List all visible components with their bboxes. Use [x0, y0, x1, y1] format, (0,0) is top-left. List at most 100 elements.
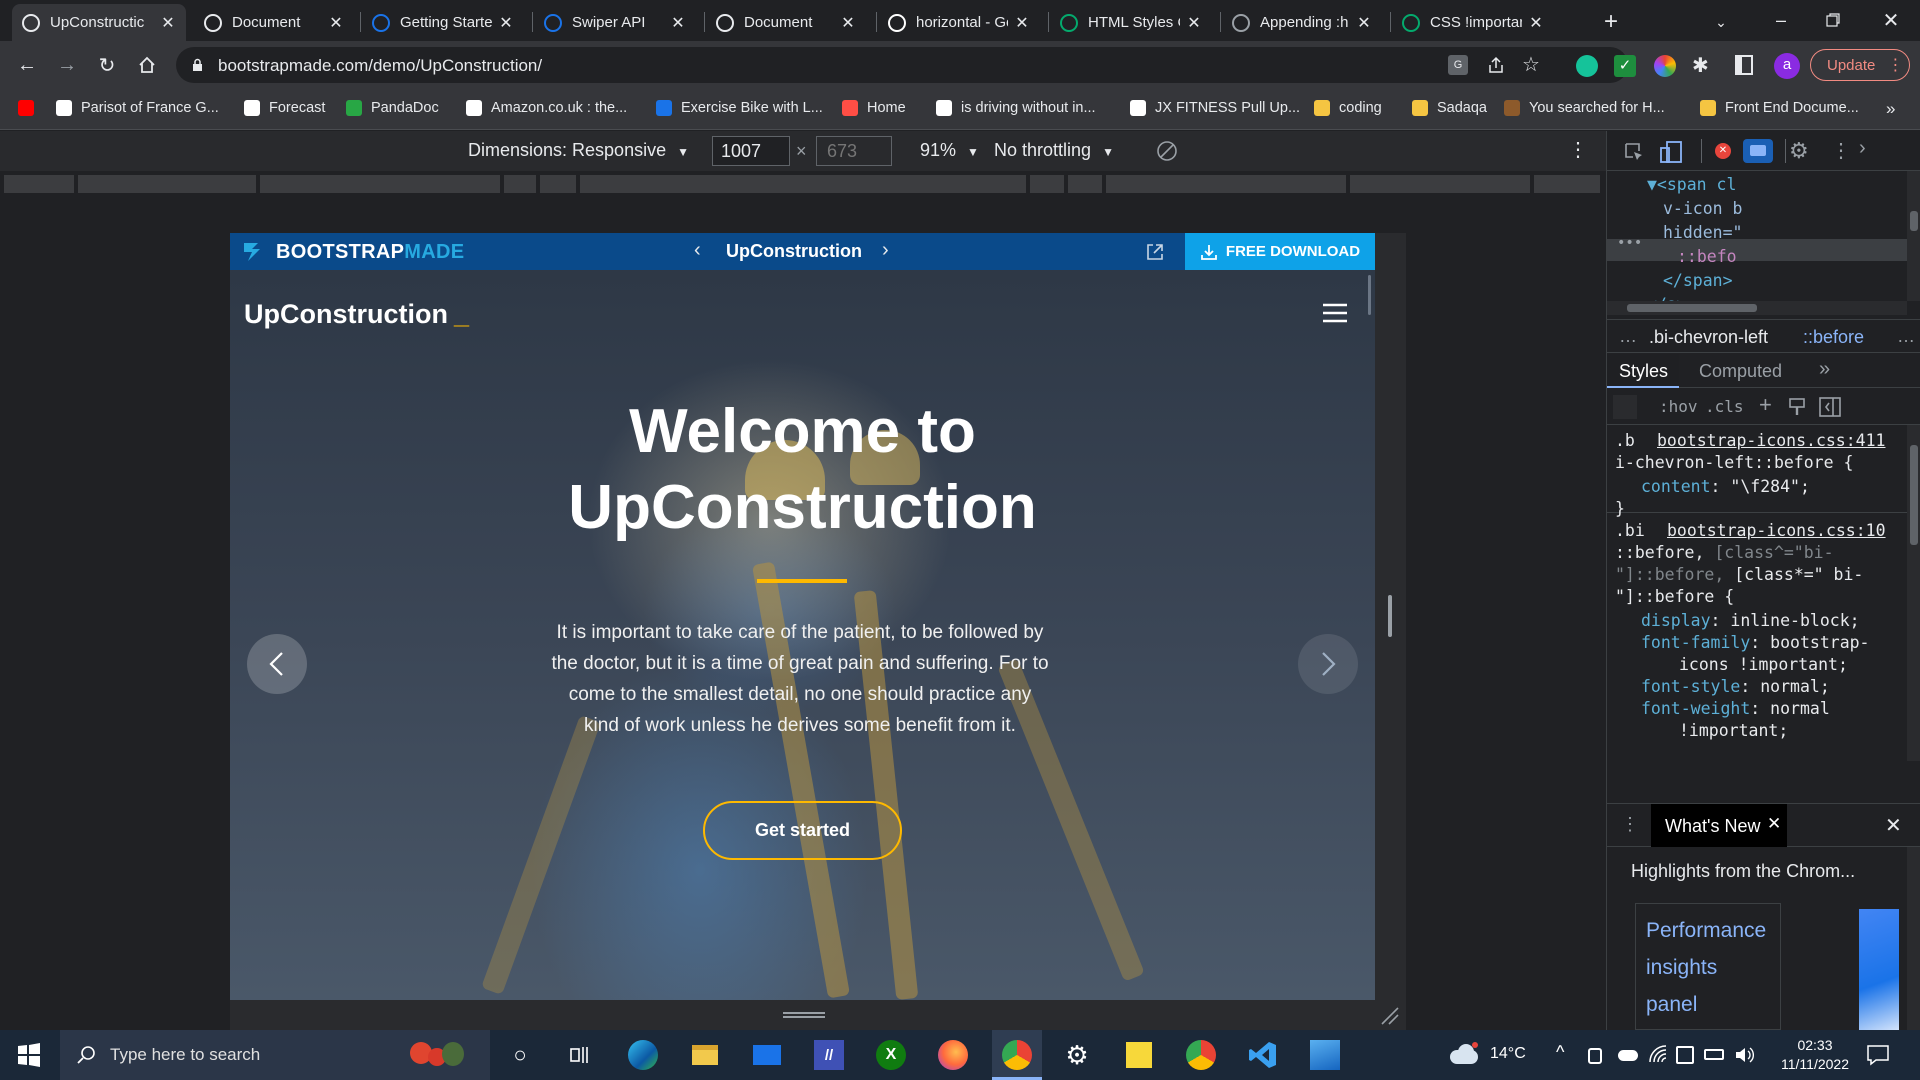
firefox-icon[interactable]	[938, 1040, 968, 1070]
close-devtools-icon[interactable]: ›	[1859, 137, 1866, 160]
more-tabs-icon[interactable]: »	[1819, 358, 1830, 381]
close-tab-icon[interactable]: ✕	[670, 13, 686, 33]
show-hidden-icons[interactable]: ^	[1556, 1042, 1564, 1063]
carousel-prev-button[interactable]	[247, 634, 307, 694]
settings-icon[interactable]: ⚙	[1062, 1040, 1092, 1070]
bookmark-star-icon[interactable]: ☆	[1522, 52, 1540, 77]
css-declaration[interactable]: font-family: bootstrap-	[1641, 633, 1870, 652]
tab[interactable]: horizontal - Go ✕	[878, 4, 1040, 41]
battery-icon[interactable]	[1704, 1049, 1724, 1060]
rule1-source-link[interactable]: bootstrap-icons.css:411	[1657, 431, 1885, 450]
close-tab-icon[interactable]: ✕	[840, 13, 856, 33]
colorpicker-extension-icon[interactable]	[1654, 55, 1676, 77]
update-button[interactable]: Update ⋮	[1810, 49, 1910, 81]
drawer-scrollbar[interactable]	[1907, 847, 1920, 1030]
tab[interactable]: Document ✕	[706, 4, 866, 41]
bookmark-item[interactable]: Sadaqa	[1412, 100, 1487, 116]
onedrive-icon[interactable]	[1618, 1050, 1638, 1061]
clock[interactable]: 02:33 11/11/2022	[1770, 1036, 1860, 1074]
cls-button[interactable]: .cls	[1705, 397, 1744, 416]
close-tab-icon[interactable]: ✕	[160, 13, 176, 33]
bookmark-item[interactable]: Exercise Bike with L...	[656, 100, 823, 116]
settings-gear-icon[interactable]: ⚙	[1789, 138, 1809, 164]
dom-node-line[interactable]: hidden="	[1663, 223, 1742, 242]
extensions-puzzle-icon[interactable]: ✱	[1692, 53, 1709, 78]
external-link-icon[interactable]	[1145, 242, 1165, 262]
bookmark-item[interactable]: Front End Docume...	[1700, 100, 1859, 116]
device-toolbar-more-icon[interactable]: ⋮	[1568, 137, 1588, 162]
css-declaration[interactable]: font-style: normal;	[1641, 677, 1830, 696]
styles-scrollbar[interactable]	[1907, 425, 1920, 761]
close-tab-icon[interactable]: ✕	[1356, 13, 1372, 33]
breadcrumb-class[interactable]: .bi-chevron-left	[1649, 327, 1768, 348]
close-tab-icon[interactable]: ✕	[498, 13, 514, 33]
photos-icon[interactable]	[1310, 1040, 1340, 1070]
corner-resize-icon[interactable]	[1380, 1006, 1400, 1026]
address-bar[interactable]: bootstrapmade.com/demo/UpConstruction/ G…	[176, 47, 1628, 83]
issues-badge-icon[interactable]	[1743, 139, 1773, 163]
bookmark-item[interactable]: is driving without in...	[936, 100, 1096, 116]
share-icon[interactable]	[1486, 55, 1506, 75]
chrome-profile-icon[interactable]	[1186, 1040, 1216, 1070]
bootstrapmade-brand[interactable]: BOOTSTRAPMADE	[276, 241, 464, 264]
bookmark-item[interactable]: Home	[842, 100, 906, 116]
height-input[interactable]	[816, 136, 892, 166]
close-tab-icon[interactable]: ✕	[1014, 13, 1030, 33]
mail-icon[interactable]	[752, 1040, 782, 1070]
dom-node-line[interactable]: v-icon b	[1663, 199, 1742, 218]
tab[interactable]: Getting Starte ✕	[362, 4, 524, 41]
hamburger-menu-icon[interactable]	[1322, 302, 1348, 324]
css-declaration[interactable]: font-weight: normal	[1641, 699, 1830, 718]
tab[interactable]: Swiper API ✕	[534, 4, 696, 41]
hov-button[interactable]: :hov	[1659, 397, 1698, 416]
dom-selected-row[interactable]	[1607, 239, 1907, 261]
breadcrumb-pseudo[interactable]: ::before	[1803, 327, 1864, 348]
free-download-button[interactable]: FREE DOWNLOAD	[1185, 233, 1375, 270]
xbox-icon[interactable]: X	[876, 1040, 906, 1070]
edge-icon[interactable]	[628, 1040, 658, 1070]
weather-temperature[interactable]: 14°C	[1490, 1045, 1526, 1063]
back-icon[interactable]: ←	[13, 51, 41, 79]
app-icon[interactable]: //	[814, 1040, 844, 1070]
css-declaration[interactable]: display: inline-block;	[1641, 611, 1860, 630]
rule2-source-link[interactable]: bootstrap-icons.css:10	[1667, 521, 1886, 540]
more-bookmarks-button[interactable]: »	[1886, 99, 1895, 119]
rule1-declaration[interactable]: content: "\f284";	[1641, 477, 1810, 496]
width-input[interactable]	[712, 136, 790, 166]
tab[interactable]: UpConstructic ✕	[12, 4, 186, 41]
drawer-menu-icon[interactable]: ⋮	[1621, 814, 1639, 835]
dom-node-line[interactable]: </span>	[1663, 271, 1733, 290]
security-icon[interactable]	[1676, 1046, 1694, 1064]
close-window-button[interactable]: ✕	[1866, 4, 1916, 36]
device-icon[interactable]	[1588, 1048, 1602, 1064]
bookmark-item[interactable]: Parisot of France G...	[56, 100, 219, 116]
dom-hscrollbar[interactable]	[1607, 301, 1907, 315]
tab[interactable]: Appending :h ✕	[1222, 4, 1382, 41]
checkmark-extension-icon[interactable]: ✓	[1614, 55, 1636, 77]
dimensions-dropdown[interactable]: Dimensions: Responsive ▼	[468, 140, 689, 161]
site-logo[interactable]: UpConstruction _	[244, 299, 469, 330]
notifications-icon[interactable]	[1866, 1044, 1890, 1066]
close-tab-icon[interactable]: ✕	[1767, 814, 1781, 834]
close-tab-icon[interactable]: ✕	[1186, 13, 1202, 33]
chevron-left-icon[interactable]: ‹	[694, 239, 701, 262]
css-declaration[interactable]: icons !important;	[1679, 655, 1848, 674]
close-tab-icon[interactable]: ✕	[1528, 13, 1544, 33]
taskbar-search-box[interactable]: Type here to search	[60, 1030, 490, 1080]
tab-styles[interactable]: Styles	[1607, 354, 1679, 388]
home-icon[interactable]	[133, 51, 161, 79]
file-explorer-icon[interactable]	[690, 1040, 720, 1070]
chrome-active-task[interactable]	[992, 1030, 1042, 1080]
errors-badge-icon[interactable]: ✕	[1715, 143, 1731, 159]
rotate-icon[interactable]	[1156, 140, 1178, 162]
grammarly-extension-icon[interactable]	[1576, 55, 1598, 77]
zoom-dropdown[interactable]: 91% ▼	[920, 140, 979, 161]
side-panel-icon[interactable]	[1735, 55, 1753, 75]
profile-avatar[interactable]: a	[1774, 53, 1800, 79]
cortana-icon[interactable]: ○	[505, 1040, 535, 1070]
weather-icon[interactable]	[1448, 1042, 1482, 1066]
wifi-icon[interactable]	[1648, 1044, 1668, 1064]
sticky-notes-icon[interactable]	[1124, 1040, 1154, 1070]
bookmark-item[interactable]: You searched for H...	[1504, 100, 1665, 116]
translate-icon[interactable]: G	[1448, 55, 1468, 75]
